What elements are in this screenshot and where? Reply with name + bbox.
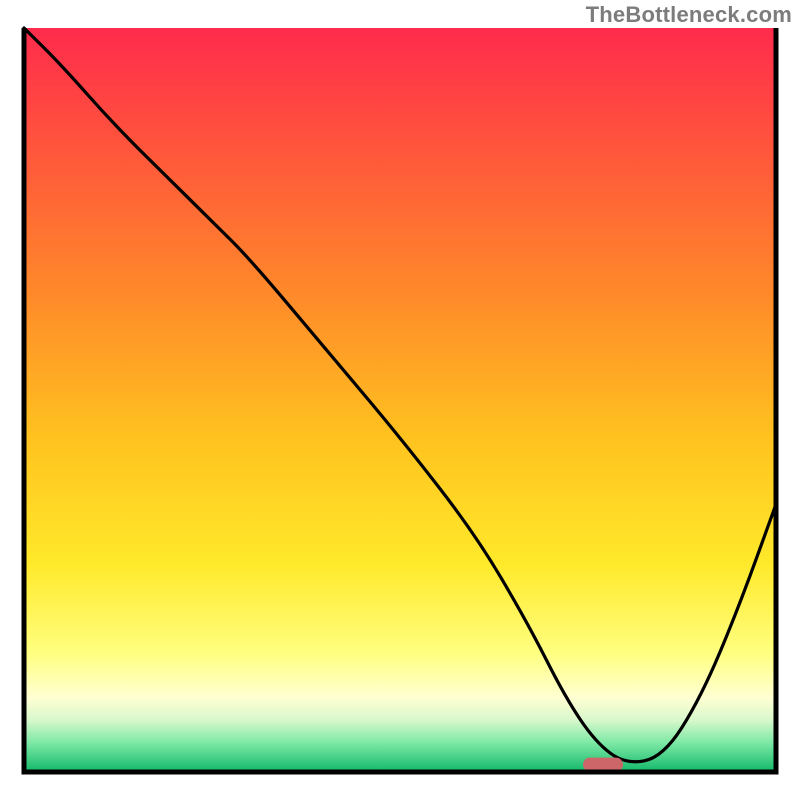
watermark-text: TheBottleneck.com [586,2,792,28]
chart-container: TheBottleneck.com [0,0,800,800]
bottleneck-chart [0,0,800,800]
plot-background [24,28,776,772]
